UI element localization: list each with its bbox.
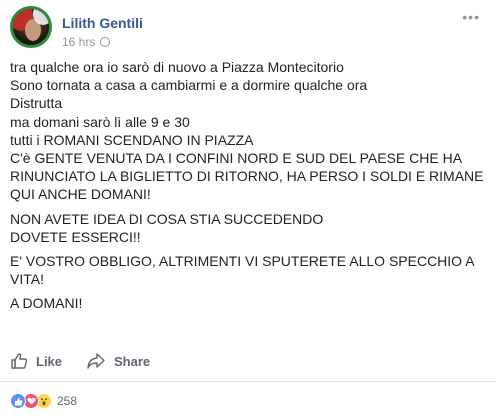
globe-icon: [100, 37, 111, 47]
author-name[interactable]: Lilith Gentili: [62, 15, 143, 31]
post-paragraph-3: E' VOSTRO OBBLIGO, ALTRIMENTI VI SPUTERE…: [10, 252, 488, 288]
post-line: NON AVETE IDEA DI COSA STIA SUCCEDENDO: [10, 210, 324, 227]
post-line: E' VOSTRO OBBLIGO, ALTRIMENTI VI SPUTERE…: [10, 253, 474, 288]
avatar[interactable]: [10, 6, 52, 48]
post-line: Sono tornata a casa a cambiarmi e a dorm…: [10, 77, 368, 94]
facebook-post: Lilith Gentili 16 hrs ••• tra qualche or…: [0, 0, 496, 418]
thumbs-up-icon: [11, 353, 28, 369]
divider: [0, 381, 496, 382]
post-actions: Like Share: [10, 345, 486, 377]
like-label: Like: [36, 353, 63, 369]
like-reaction-icon: [10, 393, 26, 409]
post-line: C'è GENTE VENUTA DA I CONFINI NORD E SUD…: [10, 150, 484, 203]
post-header: Lilith Gentili 16 hrs •••: [10, 6, 486, 50]
post-line: tutti i ROMANI SCENDANO IN PIAZZA: [10, 131, 254, 148]
share-button[interactable]: Share: [86, 345, 174, 377]
post-line: DOVETE ESSERCI!!: [10, 228, 141, 245]
more-options-icon[interactable]: •••: [462, 10, 480, 24]
post-text: tra qualche ora io sarò di nuovo a Piazz…: [10, 58, 488, 319]
post-line: ma domani sarò lì alle 9 e 30: [10, 113, 190, 130]
post-paragraph-4: A DOMANI!: [10, 294, 488, 312]
avatar-face: [25, 19, 41, 41]
reactions-summary[interactable]: 258: [10, 392, 77, 410]
post-meta: 16 hrs: [62, 35, 113, 49]
post-line: Distrutta: [10, 95, 63, 112]
reaction-count[interactable]: 258: [57, 394, 77, 408]
share-label: Share: [114, 353, 151, 369]
share-arrow-icon: [87, 353, 105, 369]
post-line: tra qualche ora io sarò di nuovo a Piazz…: [10, 59, 344, 75]
post-line: A DOMANI!: [10, 295, 83, 312]
post-time[interactable]: 16 hrs: [62, 35, 95, 49]
post-paragraph-1: tra qualche ora io sarò di nuovo a Piazz…: [10, 58, 488, 204]
post-paragraph-2: NON AVETE IDEA DI COSA STIA SUCCEDENDO D…: [10, 210, 488, 246]
like-button[interactable]: Like: [10, 345, 86, 377]
